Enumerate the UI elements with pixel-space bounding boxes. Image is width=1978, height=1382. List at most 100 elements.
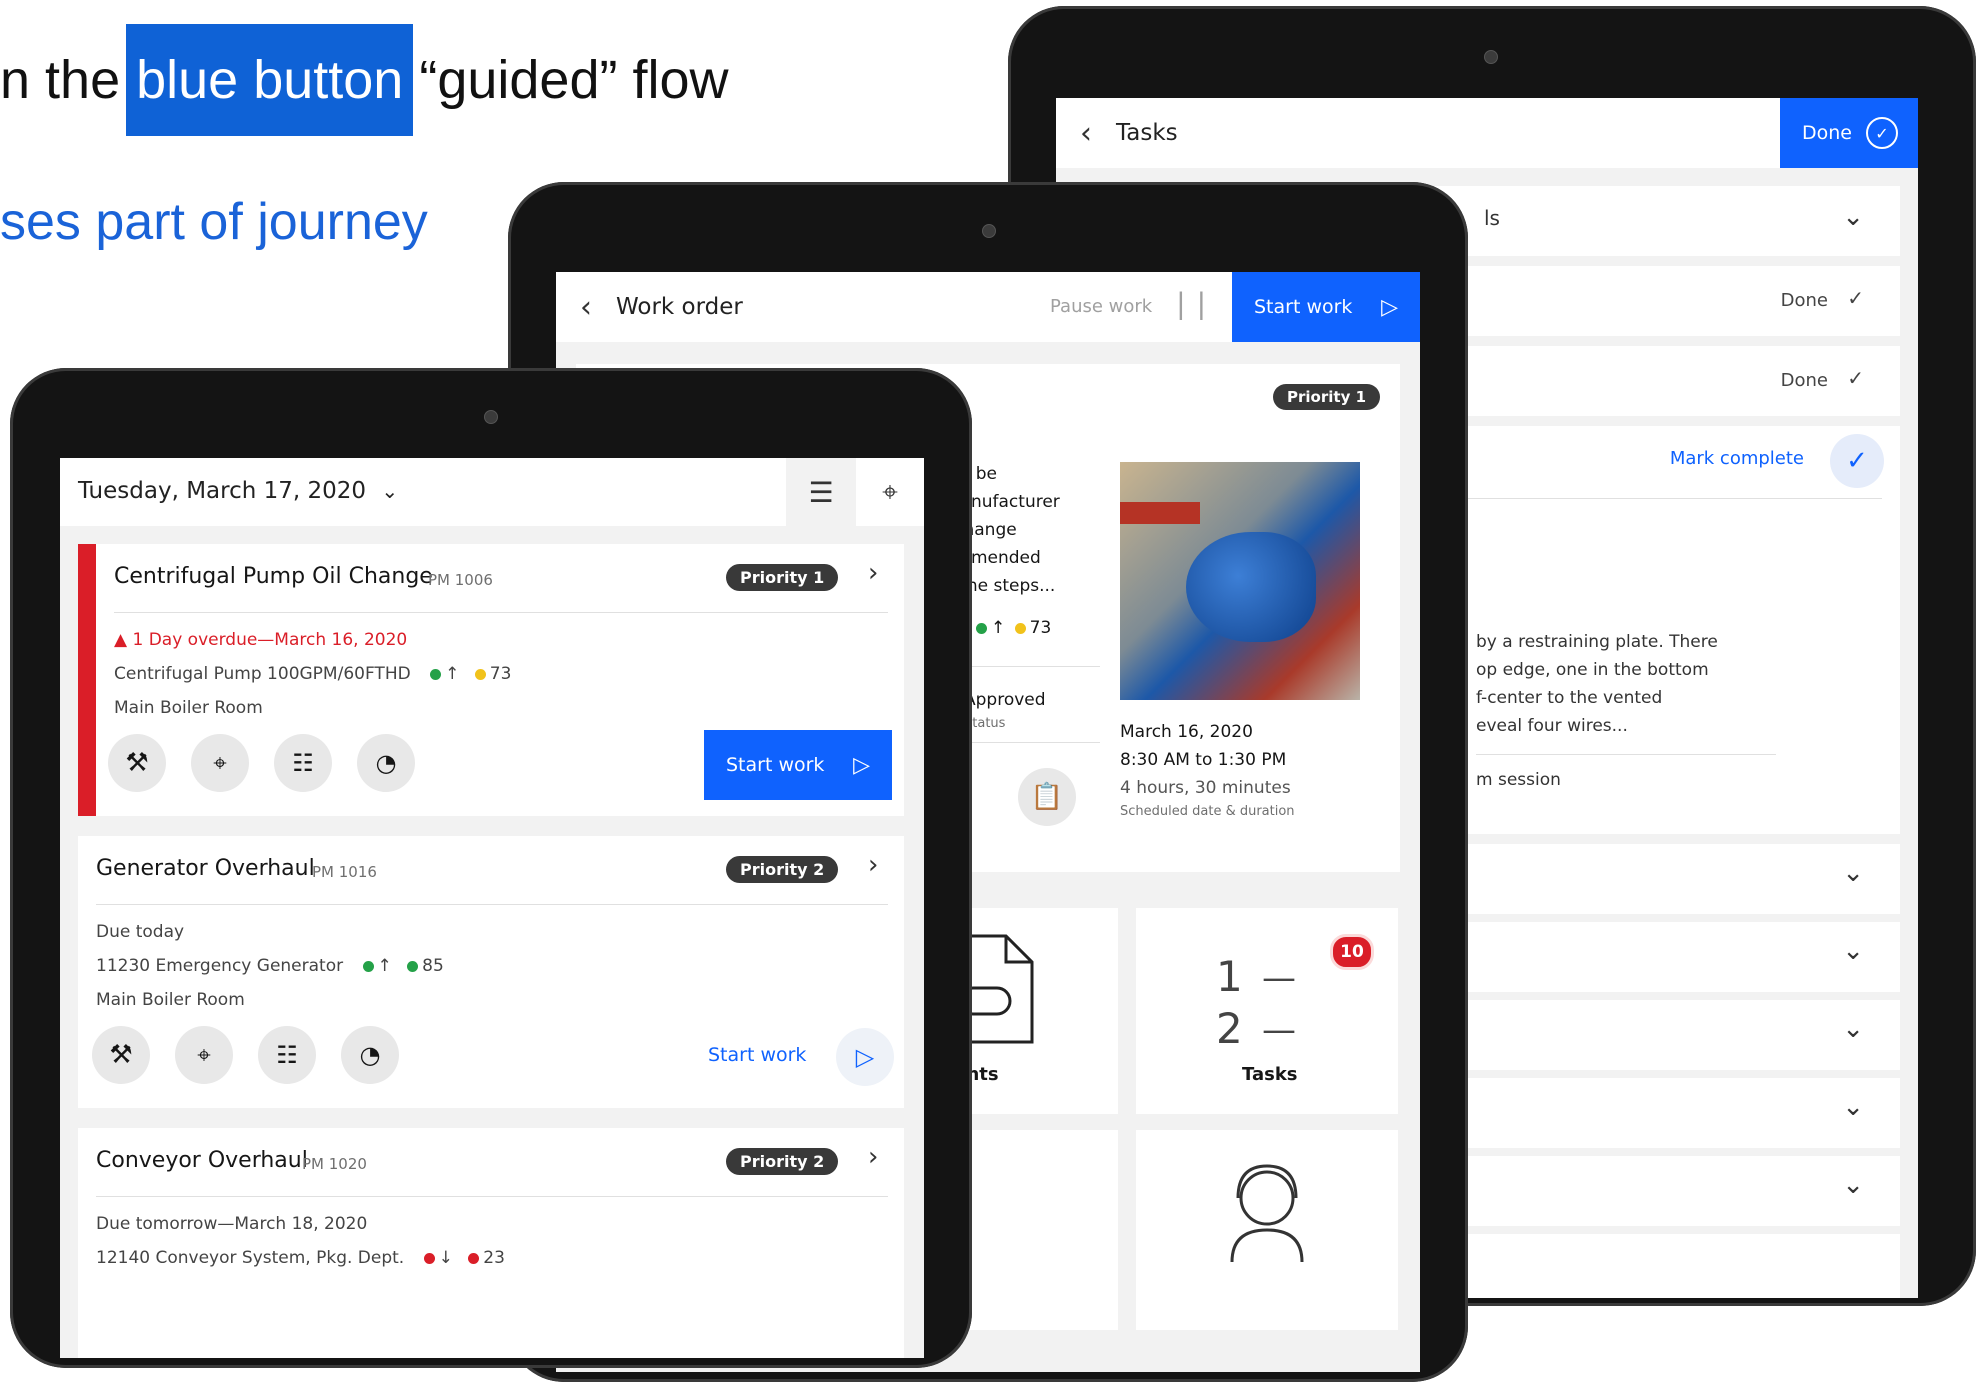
list-view-icon[interactable]: ☰ (786, 458, 856, 526)
priority-badge: Priority 1 (726, 564, 839, 591)
chevron-down-icon[interactable]: ⌄ (1842, 858, 1864, 888)
yellow-status-dot (474, 668, 486, 680)
location-text: Main Boiler Room (96, 990, 245, 1010)
work-order-title: Centrifugal Pump Oil Change (114, 564, 433, 589)
meter-gauge-icon[interactable]: ◔ (341, 1026, 399, 1084)
chevron-down-icon[interactable]: ⌄ (1842, 1014, 1864, 1044)
tasks-line-icon: — (1262, 958, 1296, 998)
asset-name: 11230 Emergency Generator (96, 956, 344, 976)
chevron-right-icon[interactable]: › (868, 1142, 878, 1172)
play-icon: ▷ (1381, 294, 1398, 320)
location-pin-icon[interactable]: ⌖ (175, 1026, 233, 1084)
meter-readout: ↑ 73 (972, 618, 1051, 638)
document-icon[interactable]: ☷ (258, 1026, 316, 1084)
warning-icon: ▲ (114, 630, 128, 650)
tools-icon[interactable]: ⚒ (108, 734, 166, 792)
asset-name: Centrifugal Pump 100GPM/60FTHD (114, 664, 411, 684)
priority-badge: Priority 1 (1273, 384, 1380, 410)
work-order-card[interactable]: Generator Overhaul PM 1016 Priority 2 › … (78, 836, 904, 1108)
caption-line-1: n the blue button “guided” flow (0, 24, 729, 136)
arrow-down-icon: ↓ (438, 1248, 453, 1268)
caption-line-2: ses part of journey (0, 193, 428, 251)
chevron-right-icon[interactable]: › (868, 558, 878, 588)
task-desc-line: eveal four wires... (1476, 716, 1628, 736)
play-icon[interactable]: ▷ (836, 1028, 894, 1086)
work-order-code: PM 1020 (302, 1155, 367, 1173)
arrow-up-icon: ↑ (377, 956, 392, 976)
chevron-down-icon[interactable]: ⌄ (1842, 936, 1864, 966)
pause-icon[interactable]: ▏▏ (1180, 292, 1221, 320)
asset-readout: 12140 Conveyor System, Pkg. Dept. ↓ 23 (96, 1248, 505, 1268)
meter-value: 73 (489, 664, 512, 684)
work-order-title: Conveyor Overhaul (96, 1148, 308, 1173)
priority-badge: Priority 2 (726, 856, 839, 883)
schedule-header: Tuesday, March 17, 2020 ⌄ ☰ ⌖ (60, 458, 924, 526)
work-order-card[interactable]: Centrifugal Pump Oil Change PM 1006 Prio… (78, 544, 904, 816)
asset-readout: 11230 Emergency Generator ↑ 85 (96, 956, 444, 976)
back-chevron-icon[interactable]: ‹ (1056, 116, 1116, 151)
mark-complete-link[interactable]: Mark complete (1670, 448, 1804, 469)
due-text: Due today (96, 922, 185, 942)
start-work-label: Start work (726, 754, 825, 776)
back-chevron-icon[interactable]: ‹ (556, 290, 616, 325)
red-status-dot (423, 1252, 435, 1264)
tasks-badge: 10 (1330, 934, 1374, 970)
task-done-label: Done (1780, 370, 1828, 391)
task-desc-line: f-center to the vented (1476, 688, 1663, 708)
green-status-dot (362, 960, 374, 972)
chevron-right-icon[interactable]: › (868, 850, 878, 880)
priority-badge: Priority 2 (726, 1148, 839, 1175)
scheduled-duration: 4 hours, 30 minutes (1120, 778, 1291, 798)
tasks-label: Tasks (1242, 1064, 1298, 1085)
green-status-dot (430, 668, 442, 680)
due-text: Due tomorrow—March 18, 2020 (96, 1214, 368, 1234)
caption-suffix: “guided” flow (419, 50, 729, 110)
support-agent-icon (1230, 1164, 1304, 1263)
date-selector[interactable]: Tuesday, March 17, 2020 ⌄ (78, 478, 398, 504)
map-pin-icon[interactable]: ⌖ (856, 458, 924, 526)
task-desc-line: op edge, one in the bottom (1476, 660, 1709, 680)
done-button[interactable]: Done ✓ (1780, 98, 1918, 168)
tasks-tile[interactable]: 1 — 2 — 10 Tasks (1136, 908, 1398, 1114)
camera-dot (484, 410, 498, 424)
start-work-link[interactable]: Start work (708, 1044, 806, 1066)
task-desc-line: by a restraining plate. There (1476, 632, 1718, 652)
meter-gauge-icon[interactable]: ◔ (357, 734, 415, 792)
meter-value: 73 (1029, 618, 1052, 638)
chevron-down-icon[interactable]: ⌄ (1842, 1170, 1864, 1200)
clipboard-icon[interactable]: 📋 (1018, 768, 1076, 826)
divider (96, 1196, 888, 1197)
divider (114, 612, 888, 613)
scheduled-date: March 16, 2020 (1120, 722, 1253, 742)
divider (96, 904, 888, 905)
work-order-title: Generator Overhaul (96, 856, 315, 881)
tablet-schedule: Tuesday, March 17, 2020 ⌄ ☰ ⌖ Centrifuga… (10, 368, 972, 1368)
start-work-label: Start work (1254, 296, 1353, 318)
chevron-down-icon[interactable]: ⌄ (1842, 202, 1864, 232)
equipment-photo (1120, 462, 1360, 700)
meter-value: 85 (422, 956, 444, 976)
motor-shape (1186, 532, 1316, 642)
chevron-down-icon[interactable]: ⌄ (1842, 1092, 1864, 1122)
due-text: 1 Day overdue—March 16, 2020 (132, 630, 408, 650)
support-tile[interactable] (1136, 1130, 1398, 1330)
chevron-down-icon: ⌄ (381, 479, 399, 503)
tools-icon[interactable]: ⚒ (92, 1026, 150, 1084)
caption-prefix: n the (0, 50, 121, 110)
document-icon[interactable]: ☷ (274, 734, 332, 792)
work-order-title: Work order (616, 294, 743, 320)
camera-dot (982, 224, 996, 238)
check-icon: ✓ (1847, 366, 1864, 390)
check-circle-icon[interactable]: ✓ (1830, 434, 1884, 488)
meter-value: 23 (483, 1248, 505, 1268)
date-label: Tuesday, March 17, 2020 (78, 478, 367, 504)
pause-work-button[interactable]: Pause work (1050, 296, 1152, 317)
session-text: m session (1476, 770, 1561, 790)
work-order-card[interactable]: Conveyor Overhaul PM 1020 Priority 2 › D… (78, 1128, 904, 1358)
tasks-title: Tasks (1116, 120, 1178, 146)
divider (1476, 754, 1776, 755)
green-status-dot (976, 622, 987, 634)
location-pin-icon[interactable]: ⌖ (191, 734, 249, 792)
start-work-button[interactable]: Start work ▷ (1232, 272, 1420, 342)
start-work-button[interactable]: Start work ▷ (704, 730, 892, 800)
